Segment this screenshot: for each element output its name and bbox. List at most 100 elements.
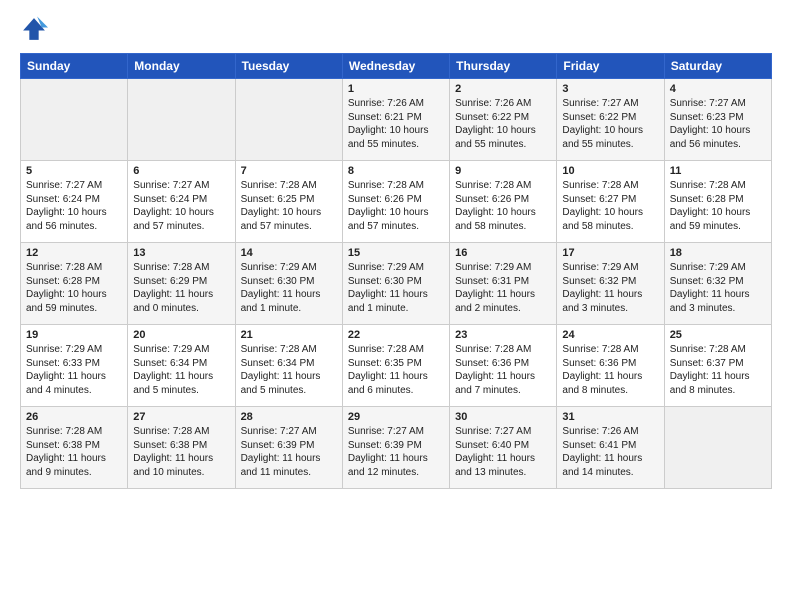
calendar-cell: 17Sunrise: 7:29 AM Sunset: 6:32 PM Dayli… — [557, 243, 664, 325]
calendar-week-4: 26Sunrise: 7:28 AM Sunset: 6:38 PM Dayli… — [21, 407, 772, 489]
calendar-cell: 13 Sunrise: 7:28 AM Sunset: 6:29 PM Dayli… — [128, 243, 235, 325]
day-info: Sunrise: 7:26 AM Sunset: 6:41 PM Dayligh… — [562, 425, 658, 479]
day-number: 24 — [562, 329, 658, 341]
calendar-cell: 3 Sunrise: 7:27 AM Sunset: 6:22 PM Daylig… — [557, 79, 664, 161]
day-number: 2 — [455, 83, 551, 95]
calendar-cell: 1 Sunrise: 7:26 AM Sunset: 6:21 PM Daylig… — [342, 79, 449, 161]
day-info: Sunrise: 7:29 AM Sunset: 6:31 PM Dayligh… — [455, 261, 551, 315]
weekday-header-thursday: Thursday — [450, 54, 557, 79]
calendar-table: SundayMondayTuesdayWednesdayThursdayFrid… — [20, 53, 772, 489]
day-number: 23 — [455, 329, 551, 341]
day-info: Sunrise: 7:29 AM Sunset: 6:30 PM Dayligh… — [241, 261, 337, 315]
calendar-cell: 10 Sunrise: 7:28 AM Sunset: 6:27 PM Dayli… — [557, 161, 664, 243]
day-info: Sunrise: 7:28 AM Sunset: 6:38 PM Dayligh… — [133, 425, 229, 479]
calendar-cell: 29 Sunrise: 7:27 AM Sunset: 6:39 PM Dayli… — [342, 407, 449, 489]
day-number: 11 — [670, 165, 766, 177]
calendar-week-2: 12 Sunrise: 7:28 AM Sunset: 6:28 PM Dayli… — [21, 243, 772, 325]
calendar-cell: 12 Sunrise: 7:28 AM Sunset: 6:28 PM Dayli… — [21, 243, 128, 325]
day-info: Sunrise: 7:27 AM Sunset: 6:40 PM Dayligh… — [455, 425, 551, 479]
day-info: Sunrise: 7:28 AM Sunset: 6:38 PM Dayligh… — [26, 425, 122, 479]
day-number: 25 — [670, 329, 766, 341]
calendar-cell: 11 Sunrise: 7:28 AM Sunset: 6:28 PM Dayli… — [664, 161, 771, 243]
day-info: Sunrise: 7:29 AM Sunset: 6:30 PM Dayligh… — [348, 261, 444, 315]
day-info: Sunrise: 7:28 AM Sunset: 6:29 PM Dayligh… — [133, 261, 229, 315]
day-info: Sunrise: 7:27 AM Sunset: 6:39 PM Dayligh… — [348, 425, 444, 479]
day-info: Sunrise: 7:28 AM Sunset: 6:37 PM Dayligh… — [670, 343, 766, 397]
day-number: 22 — [348, 329, 444, 341]
day-info: Sunrise: 7:26 AM Sunset: 6:21 PM Dayligh… — [348, 97, 444, 151]
day-number: 31 — [562, 411, 658, 423]
calendar-cell: 23 Sunrise: 7:28 AM Sunset: 6:36 PM Dayli… — [450, 325, 557, 407]
weekday-header-tuesday: Tuesday — [235, 54, 342, 79]
calendar-cell: 20Sunrise: 7:29 AM Sunset: 6:34 PM Dayli… — [128, 325, 235, 407]
calendar-cell: 6 Sunrise: 7:27 AM Sunset: 6:24 PM Daylig… — [128, 161, 235, 243]
day-number: 1 — [348, 83, 444, 95]
calendar-cell: 28Sunrise: 7:27 AM Sunset: 6:39 PM Dayli… — [235, 407, 342, 489]
calendar-cell — [128, 79, 235, 161]
calendar-cell: 26Sunrise: 7:28 AM Sunset: 6:38 PM Dayli… — [21, 407, 128, 489]
calendar-week-3: 19Sunrise: 7:29 AM Sunset: 6:33 PM Dayli… — [21, 325, 772, 407]
calendar-cell: 8 Sunrise: 7:28 AM Sunset: 6:26 PM Daylig… — [342, 161, 449, 243]
day-number: 5 — [26, 165, 122, 177]
day-info: Sunrise: 7:28 AM Sunset: 6:26 PM Dayligh… — [348, 179, 444, 233]
day-info: Sunrise: 7:27 AM Sunset: 6:23 PM Dayligh… — [670, 97, 766, 151]
day-number: 19 — [26, 329, 122, 341]
calendar-cell: 19Sunrise: 7:29 AM Sunset: 6:33 PM Dayli… — [21, 325, 128, 407]
day-info: Sunrise: 7:28 AM Sunset: 6:27 PM Dayligh… — [562, 179, 658, 233]
calendar-cell — [21, 79, 128, 161]
day-info: Sunrise: 7:29 AM Sunset: 6:34 PM Dayligh… — [133, 343, 229, 397]
day-number: 12 — [26, 247, 122, 259]
calendar-week-1: 5 Sunrise: 7:27 AM Sunset: 6:24 PM Daylig… — [21, 161, 772, 243]
calendar-cell: 22 Sunrise: 7:28 AM Sunset: 6:35 PM Dayli… — [342, 325, 449, 407]
calendar-cell: 14 Sunrise: 7:29 AM Sunset: 6:30 PM Dayli… — [235, 243, 342, 325]
day-number: 18 — [670, 247, 766, 259]
day-number: 30 — [455, 411, 551, 423]
calendar-cell: 30 Sunrise: 7:27 AM Sunset: 6:40 PM Dayli… — [450, 407, 557, 489]
calendar-cell: 31 Sunrise: 7:26 AM Sunset: 6:41 PM Dayli… — [557, 407, 664, 489]
day-number: 14 — [241, 247, 337, 259]
header — [20, 15, 772, 43]
day-info: Sunrise: 7:27 AM Sunset: 6:39 PM Dayligh… — [241, 425, 337, 479]
calendar-cell: 4 Sunrise: 7:27 AM Sunset: 6:23 PM Daylig… — [664, 79, 771, 161]
day-info: Sunrise: 7:28 AM Sunset: 6:28 PM Dayligh… — [670, 179, 766, 233]
logo — [20, 15, 54, 43]
day-info: Sunrise: 7:27 AM Sunset: 6:24 PM Dayligh… — [133, 179, 229, 233]
day-number: 3 — [562, 83, 658, 95]
calendar-cell — [664, 407, 771, 489]
day-info: Sunrise: 7:29 AM Sunset: 6:32 PM Dayligh… — [670, 261, 766, 315]
day-info: Sunrise: 7:28 AM Sunset: 6:36 PM Dayligh… — [455, 343, 551, 397]
day-info: Sunrise: 7:28 AM Sunset: 6:26 PM Dayligh… — [455, 179, 551, 233]
day-number: 13 — [133, 247, 229, 259]
day-info: Sunrise: 7:28 AM Sunset: 6:28 PM Dayligh… — [26, 261, 122, 315]
day-number: 29 — [348, 411, 444, 423]
day-number: 7 — [241, 165, 337, 177]
day-info: Sunrise: 7:27 AM Sunset: 6:22 PM Dayligh… — [562, 97, 658, 151]
weekday-header-friday: Friday — [557, 54, 664, 79]
calendar-cell: 21Sunrise: 7:28 AM Sunset: 6:34 PM Dayli… — [235, 325, 342, 407]
day-number: 10 — [562, 165, 658, 177]
weekday-header-wednesday: Wednesday — [342, 54, 449, 79]
weekday-header-saturday: Saturday — [664, 54, 771, 79]
logo-icon — [20, 15, 48, 43]
calendar-header-row: SundayMondayTuesdayWednesdayThursdayFrid… — [21, 54, 772, 79]
calendar-cell: 15Sunrise: 7:29 AM Sunset: 6:30 PM Dayli… — [342, 243, 449, 325]
day-info: Sunrise: 7:26 AM Sunset: 6:22 PM Dayligh… — [455, 97, 551, 151]
day-number: 4 — [670, 83, 766, 95]
day-number: 6 — [133, 165, 229, 177]
page: SundayMondayTuesdayWednesdayThursdayFrid… — [0, 0, 792, 612]
calendar-cell: 7Sunrise: 7:28 AM Sunset: 6:25 PM Daylig… — [235, 161, 342, 243]
calendar-cell: 25 Sunrise: 7:28 AM Sunset: 6:37 PM Dayli… — [664, 325, 771, 407]
day-info: Sunrise: 7:28 AM Sunset: 6:35 PM Dayligh… — [348, 343, 444, 397]
day-info: Sunrise: 7:27 AM Sunset: 6:24 PM Dayligh… — [26, 179, 122, 233]
day-info: Sunrise: 7:29 AM Sunset: 6:32 PM Dayligh… — [562, 261, 658, 315]
calendar-week-0: 1 Sunrise: 7:26 AM Sunset: 6:21 PM Daylig… — [21, 79, 772, 161]
calendar-cell — [235, 79, 342, 161]
calendar-cell: 9 Sunrise: 7:28 AM Sunset: 6:26 PM Daylig… — [450, 161, 557, 243]
calendar-cell: 16Sunrise: 7:29 AM Sunset: 6:31 PM Dayli… — [450, 243, 557, 325]
day-number: 9 — [455, 165, 551, 177]
day-info: Sunrise: 7:28 AM Sunset: 6:36 PM Dayligh… — [562, 343, 658, 397]
calendar-cell: 24 Sunrise: 7:28 AM Sunset: 6:36 PM Dayli… — [557, 325, 664, 407]
weekday-header-sunday: Sunday — [21, 54, 128, 79]
day-number: 8 — [348, 165, 444, 177]
calendar-cell: 2 Sunrise: 7:26 AM Sunset: 6:22 PM Daylig… — [450, 79, 557, 161]
